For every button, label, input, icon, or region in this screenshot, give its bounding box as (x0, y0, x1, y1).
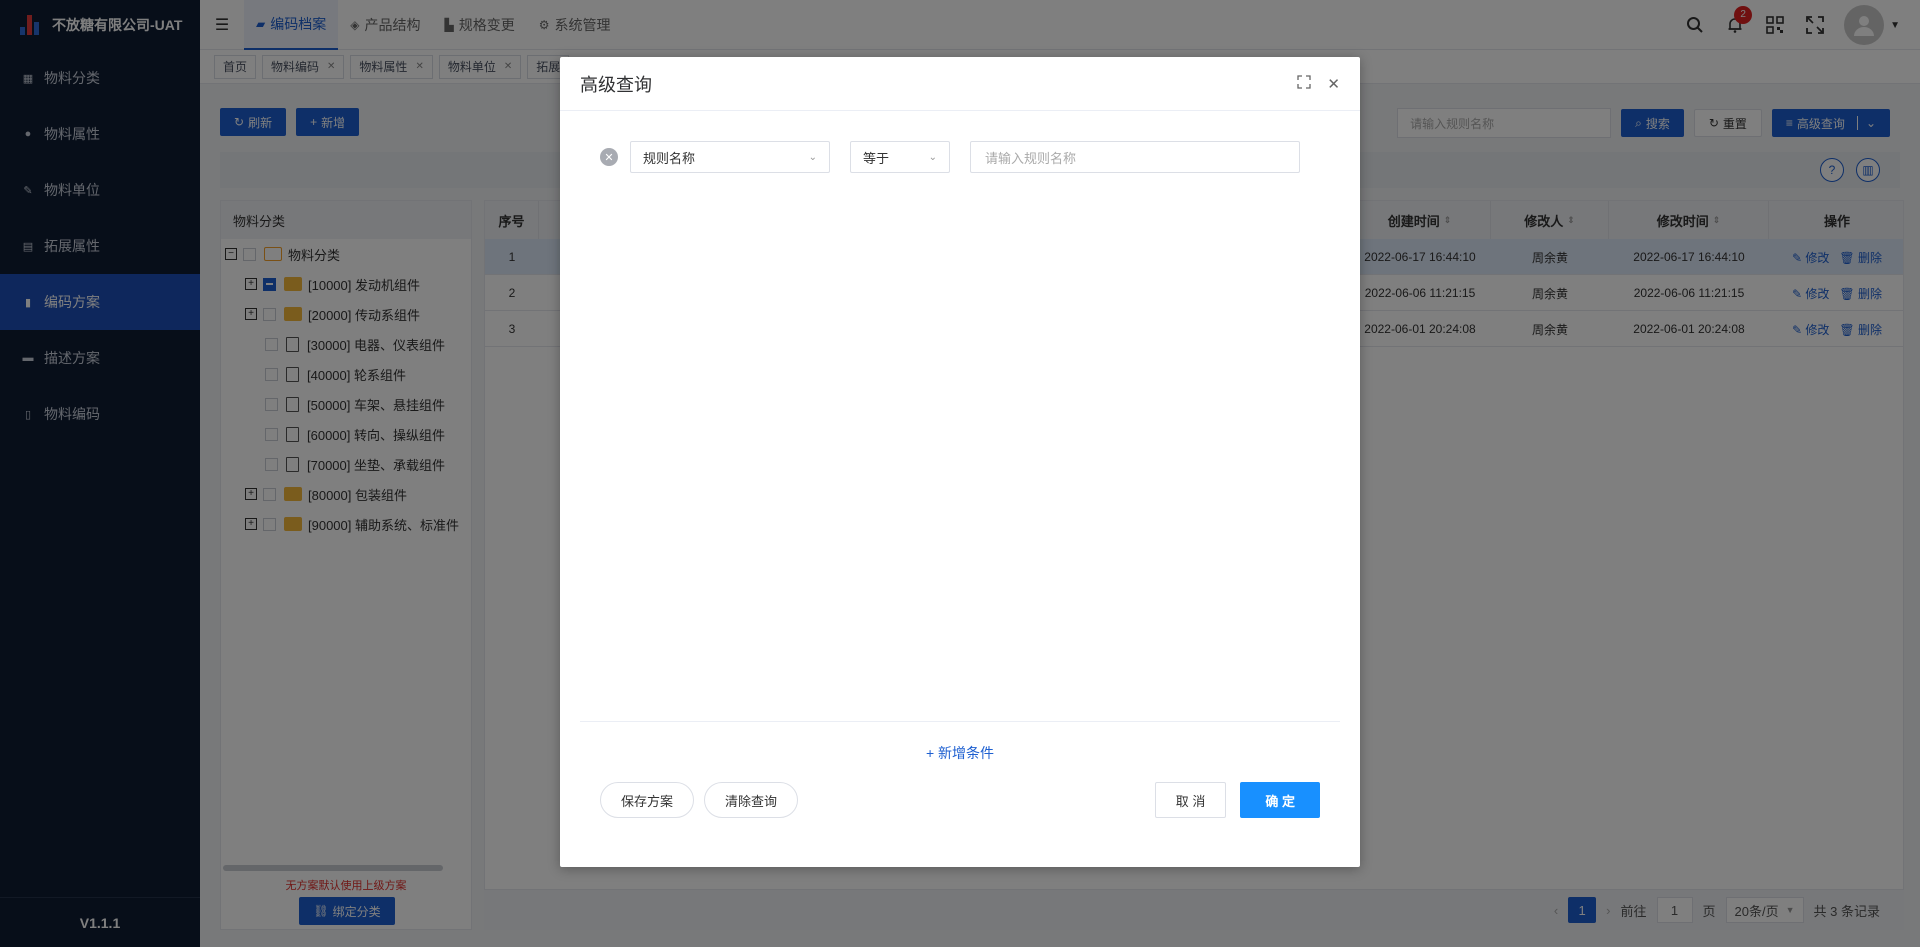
dialog-title: 高级查询 (580, 74, 652, 95)
field-select[interactable]: 规则名称 ⌄ (630, 141, 830, 173)
condition-row: ✕ 规则名称 ⌄ 等于 ⌄ 请输入规则名称 (600, 141, 1300, 173)
chevron-down-icon: ⌄ (808, 151, 817, 163)
advanced-query-dialog: 高级查询 ✕ ✕ 规则名称 ⌄ 等于 ⌄ 请输入规则名称 + 新增条件 保存方案 清… (560, 57, 1360, 867)
clear-query-button[interactable]: 清除查询 (704, 782, 799, 818)
confirm-button[interactable]: 确 定 (1240, 782, 1320, 818)
maximize-icon[interactable] (1297, 75, 1312, 93)
cancel-button[interactable]: 取 消 (1154, 782, 1227, 818)
chevron-down-icon: ⌄ (928, 151, 937, 163)
operator-select[interactable]: 等于 ⌄ (850, 141, 950, 173)
value-input[interactable]: 请输入规则名称 (970, 141, 1300, 173)
plus-icon: + (925, 745, 939, 761)
remove-condition-icon[interactable]: ✕ (600, 148, 618, 166)
dialog-divider (580, 721, 1340, 722)
dialog-header: 高级查询 ✕ (560, 57, 1360, 111)
close-icon[interactable]: ✕ (1327, 75, 1340, 93)
save-scheme-button[interactable]: 保存方案 (600, 782, 695, 818)
add-condition-button[interactable]: + 新增条件 (560, 743, 1360, 763)
